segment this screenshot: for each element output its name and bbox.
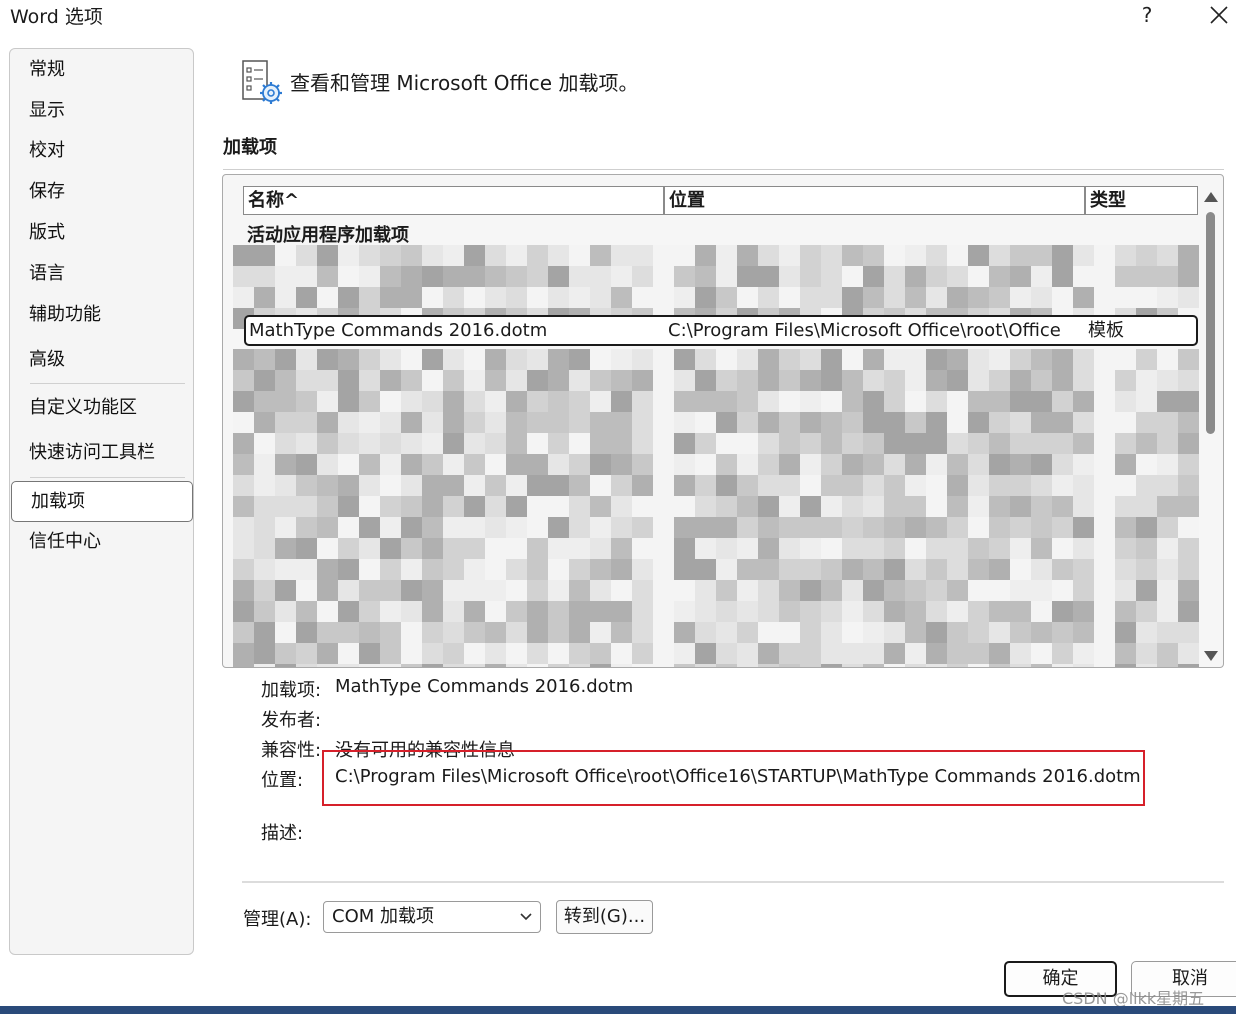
sidebar-item-addins[interactable]: 加载项 <box>11 481 193 522</box>
footer-divider <box>242 881 1224 883</box>
chevron-down-icon <box>520 913 532 921</box>
detail-compat-label: 兼容性: <box>261 740 322 761</box>
addins-settings-icon <box>242 60 282 104</box>
sidebar-item-layout[interactable]: 版式 <box>10 214 193 252</box>
sidebar-item-save[interactable]: 保存 <box>10 173 193 211</box>
help-button[interactable]: ? <box>1132 0 1162 30</box>
section-title: 加载项 <box>223 137 277 158</box>
row-type: 模板 <box>1088 320 1124 341</box>
manage-select[interactable]: COM 加载项 <box>323 901 541 933</box>
title-bar: Word 选项 ? <box>0 0 1236 32</box>
addins-scrollbar[interactable] <box>1201 186 1221 666</box>
detail-desc-label: 描述: <box>261 823 304 844</box>
addins-list: 名称^ 位置 类型 活动应用程序加载项 MathType Commands 20… <box>222 174 1224 668</box>
blurred-addin-rows <box>233 349 1199 667</box>
window-title: Word 选项 <box>10 6 103 28</box>
sidebar-item-language[interactable]: 语言 <box>10 255 193 293</box>
scroll-down-icon[interactable] <box>1204 651 1218 661</box>
sidebar-item-quick-access-toolbar[interactable]: 快速访问工具栏 <box>10 434 193 472</box>
page-header: 查看和管理 Microsoft Office 加载项。 <box>290 71 639 95</box>
blurred-addin-rows <box>233 245 1199 329</box>
table-row-selected[interactable]: MathType Commands 2016.dotm C:\Program F… <box>244 315 1198 346</box>
scroll-thumb[interactable] <box>1206 212 1215 434</box>
manage-select-value: COM 加载项 <box>332 906 434 927</box>
sidebar-item-trust-center[interactable]: 信任中心 <box>10 523 193 561</box>
section-divider <box>223 169 1224 170</box>
detail-addin-label: 加载项: <box>261 680 322 701</box>
group-label-active: 活动应用程序加载项 <box>247 225 409 246</box>
manage-label: 管理(A): <box>243 909 312 930</box>
sidebar-divider <box>30 383 185 384</box>
detail-publisher-label: 发布者: <box>261 710 322 731</box>
row-name: MathType Commands 2016.dotm <box>249 320 548 341</box>
sidebar-item-customize-ribbon[interactable]: 自定义功能区 <box>10 389 193 427</box>
sidebar-item-general[interactable]: 常规 <box>10 51 193 89</box>
highlight-annotation <box>322 750 1145 806</box>
goto-button[interactable]: 转到(G)... <box>556 900 653 934</box>
taskbar-strip <box>0 1006 1236 1014</box>
column-header-name[interactable]: 名称^ <box>243 186 664 215</box>
detail-location-label: 位置: <box>261 770 304 791</box>
detail-addin-value: MathType Commands 2016.dotm <box>335 676 634 697</box>
sidebar-item-accessibility[interactable]: 辅助功能 <box>10 296 193 334</box>
options-sidebar: 常规 显示 校对 保存 版式 语言 辅助功能 高级 自定义功能区 快速访问工具栏… <box>9 48 194 955</box>
row-location: C:\Program Files\Microsoft Office\root\O… <box>668 320 1061 341</box>
sidebar-item-proofing[interactable]: 校对 <box>10 132 193 170</box>
close-icon <box>1210 6 1228 24</box>
sidebar-item-advanced[interactable]: 高级 <box>10 341 193 379</box>
close-button[interactable] <box>1200 0 1236 30</box>
sidebar-divider <box>30 477 185 478</box>
sidebar-item-display[interactable]: 显示 <box>10 92 193 130</box>
column-header-type[interactable]: 类型 <box>1085 186 1198 215</box>
scroll-up-icon[interactable] <box>1204 192 1218 202</box>
column-header-location[interactable]: 位置 <box>664 186 1085 215</box>
